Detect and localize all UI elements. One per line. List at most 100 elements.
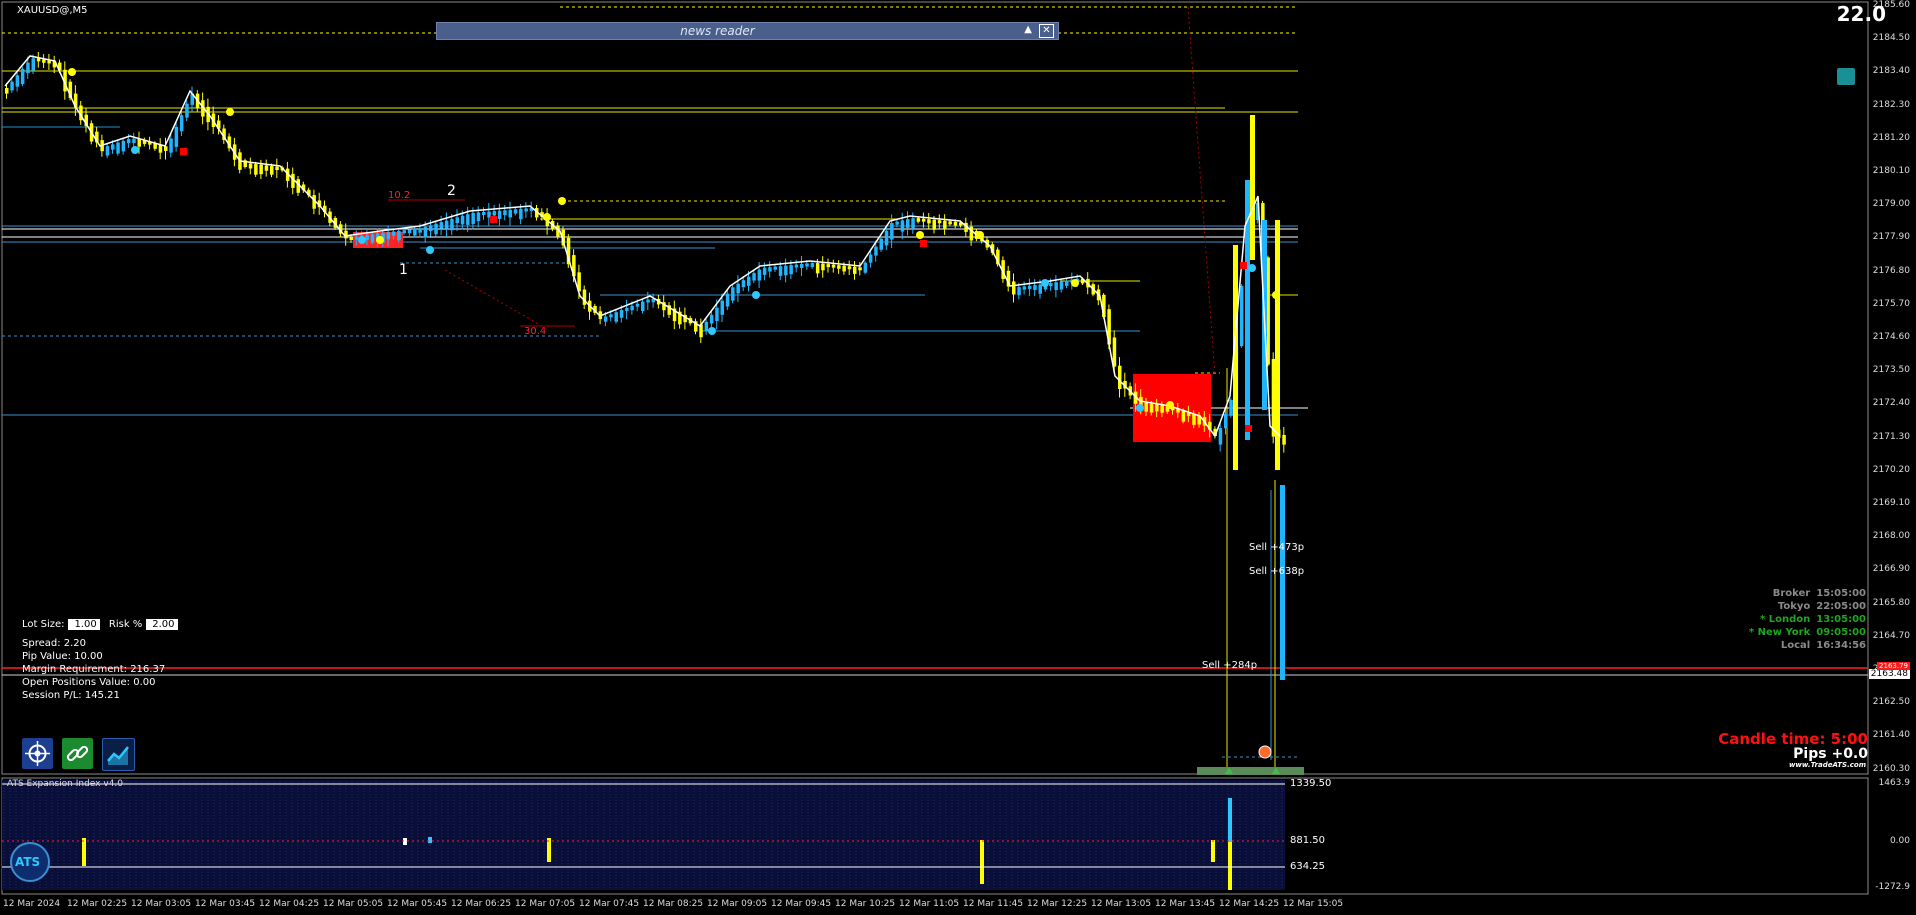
candle-body [709,314,714,324]
trade-label: Sell +473p [1249,542,1305,553]
price-tick: 2184.50 [1872,33,1910,44]
candle-body [704,321,709,332]
candle-body [455,217,459,224]
candle-body [397,230,401,241]
candle-body [1012,281,1016,295]
candle-body [831,264,836,268]
indicator-toggle-button[interactable] [1837,68,1855,85]
time-tick: 12 Mar 08:25 [643,899,704,909]
candle-body [953,221,958,226]
time-tick: 12 Mar 11:45 [963,899,1024,909]
candle-body [1282,435,1286,445]
clock-time: 13:05:00 [1816,614,1866,625]
candle-body [847,266,852,270]
indicator-axis-label: 1463.9 [1878,778,1911,788]
trade-label: Sell +284p [1202,660,1258,671]
candle-body [927,219,931,224]
candle-body [900,220,905,232]
candle-body [625,307,629,312]
candle-body [773,266,777,270]
annotation-10-2: 10.2 [388,190,411,201]
risk-input[interactable]: 2.00 [145,618,178,630]
signal-dot [1136,404,1144,412]
candle-body [137,138,141,147]
signal-dot [543,213,551,221]
candle-body [937,220,942,224]
candle-body [1022,286,1027,290]
candle-body [429,225,433,232]
clock-name: * New York [1748,627,1811,638]
signal-dot [558,197,566,205]
candle-body [254,164,258,175]
candle-body [1239,285,1244,347]
signal-marker [1240,262,1247,269]
candle-body [911,218,915,229]
symbol-label: XAUUSD@,M5 [17,5,88,16]
chart-trend-icon [107,746,129,765]
candle-body [248,163,253,169]
close-icon[interactable]: ✕ [1039,24,1054,38]
price-tick: 2168.00 [1872,531,1910,542]
candle-body [1065,280,1069,286]
signal-dots [68,68,1280,432]
time-tick: 12 Mar 2024 [3,899,61,909]
candle-body [943,220,947,229]
candle-body [275,166,279,171]
candle-body [391,231,396,236]
candle-body [270,166,274,175]
candle-body [26,62,30,74]
indicator-bar [547,838,551,862]
candle-body [874,246,878,256]
link-chain-button[interactable] [62,738,93,769]
candle-body [1027,285,1032,289]
time-tick: 12 Mar 05:05 [323,899,384,909]
indicator-title: ATS Expansion Index v4.0 [7,779,124,789]
price-chart[interactable] [0,0,1916,915]
signal-dot [358,236,366,244]
clock-time: 09:05:00 [1816,627,1866,638]
candle-body [259,164,263,175]
link-chain-icon [66,745,89,762]
time-tick: 12 Mar 13:45 [1155,899,1216,909]
candle-body [619,310,624,318]
signal-dot [1248,264,1256,272]
news-reader-bar[interactable]: news reader ▲ ✕ [436,22,1059,40]
chart-trend-button[interactable] [102,738,135,771]
candle-body [1181,410,1186,422]
candle-body [513,209,518,214]
triangle-up-icon[interactable]: ▲ [1024,24,1032,35]
signal-dot [916,231,924,239]
current-price-tag: 2163.48 [1868,669,1910,679]
clock-time: 22:05:00 [1816,601,1866,612]
candle-body [747,276,751,286]
candle-body [1059,281,1064,290]
crosshair-target-button[interactable] [22,738,53,769]
time-tick: 12 Mar 07:45 [579,899,640,909]
price-tick: 2169.10 [1872,498,1910,508]
candle-body [126,139,131,144]
session-pl-text: Session P/L: 145.21 [22,690,120,701]
candle-body [423,226,428,238]
candle-body [524,208,528,212]
lot-size-input[interactable]: 1.00 [67,618,100,630]
candle-body [1218,428,1223,445]
price-tick: 2170.20 [1872,464,1910,475]
candle-body [794,264,799,268]
indicator-axis-label: 0.00 [1889,836,1910,846]
price-tick: 2162.50 [1872,697,1910,708]
candle-body [815,263,820,274]
candlesticks [5,51,1286,680]
candle-body [884,230,889,246]
signal-marker [1245,425,1252,432]
session-clocks: Broker 15:05:00 Tokyo 22:05:00 * London 13:05… [1749,587,1866,652]
clock-time: 16:34:56 [1816,640,1866,651]
candle-body [858,267,862,271]
signal-dot [1041,279,1049,287]
candle-body [895,221,899,225]
candle-body [169,138,173,153]
candle-body [1118,365,1122,389]
candle-body [418,228,422,233]
trade-label: Sell +638p [1249,566,1305,577]
candle-body [1038,284,1042,294]
crosshair-target-icon [25,741,50,766]
